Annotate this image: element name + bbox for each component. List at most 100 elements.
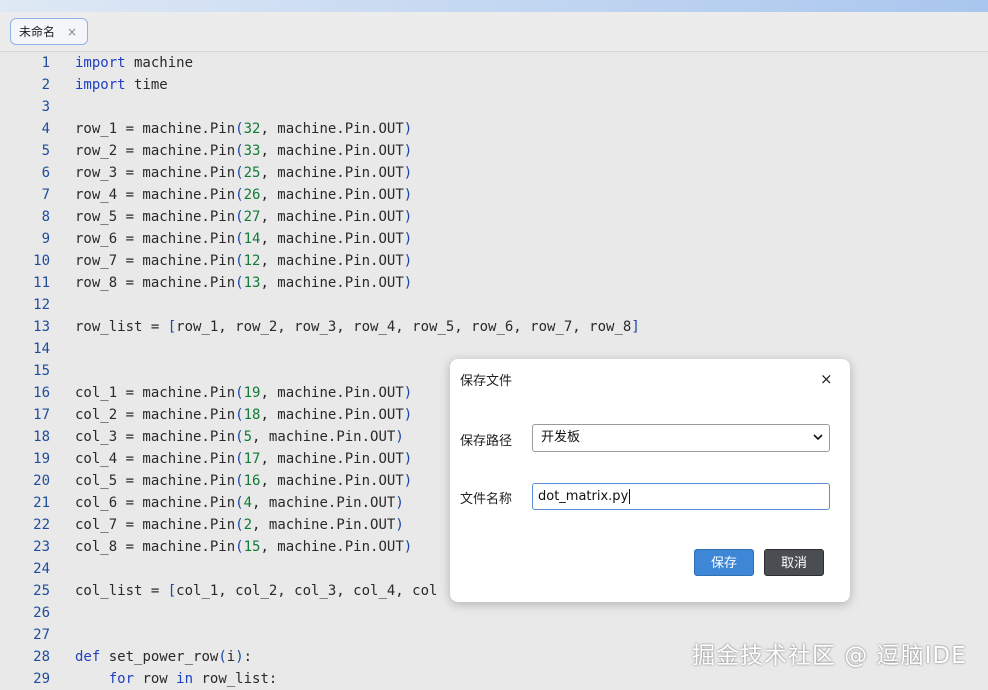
code-line[interactable]: 6 row_3 = machine.Pin(25, machine.Pin.OUT…: [0, 162, 988, 184]
code-text: row_8 = machine.Pin(13, machine.Pin.OUT): [75, 272, 412, 294]
code-token: , machine.Pin.OUT: [260, 187, 404, 203]
code-text: col_7 = machine.Pin(2, machine.Pin.OUT): [75, 514, 404, 536]
code-line[interactable]: 1 import machine: [0, 52, 988, 74]
code-text: col_list = [col_1, col_2, col_3, col_4, …: [75, 580, 437, 602]
code-token: (: [235, 407, 244, 423]
code-token: (: [235, 385, 244, 401]
code-token: (: [235, 473, 244, 489]
cancel-button[interactable]: 取消: [764, 549, 824, 576]
code-token: (: [235, 231, 244, 247]
file-name-label: 文件名称: [460, 492, 513, 507]
code-token: (: [235, 429, 244, 445]
line-number: 20: [33, 473, 50, 489]
line-number: 8: [41, 209, 50, 225]
line-number: 4: [41, 121, 50, 137]
code-token: (: [235, 495, 244, 511]
code-line[interactable]: 29 for row in row_list:: [0, 668, 988, 690]
code-token: ): [403, 121, 413, 137]
save-file-dialog: 保存文件 × 保存路径 开发板 文件名称 dot_matrix.py 保存 取消: [450, 359, 850, 602]
save-button[interactable]: 保存: [694, 549, 754, 576]
code-token: 13: [243, 275, 261, 291]
code-line[interactable]: 4 row_1 = machine.Pin(32, machine.Pin.OUT…: [0, 118, 988, 140]
code-token: col_5 = machine.Pin: [75, 473, 236, 489]
code-token: , machine.Pin.OUT: [260, 165, 404, 181]
code-token: (: [235, 451, 244, 467]
code-token: 25: [243, 165, 261, 181]
code-token: , machine.Pin.OUT: [260, 121, 404, 137]
code-token: 27: [243, 209, 261, 225]
code-token: col_1 = machine.Pin: [75, 385, 236, 401]
code-line[interactable]: 11 row_8 = machine.Pin(13, machine.Pin.OU…: [0, 272, 988, 294]
code-token: in: [176, 671, 194, 687]
code-line[interactable]: 8 row_5 = machine.Pin(27, machine.Pin.OUT…: [0, 206, 988, 228]
line-number: 5: [41, 143, 50, 159]
dialog-title: 保存文件: [460, 374, 513, 389]
code-line[interactable]: 2 import time: [0, 74, 988, 96]
code-token: col_6 = machine.Pin: [75, 495, 236, 511]
line-number: 26: [33, 605, 50, 621]
code-token: col_4 = machine.Pin: [75, 451, 236, 467]
line-number: 24: [33, 561, 50, 577]
line-number: 28: [33, 649, 50, 665]
line-number: 13: [33, 319, 50, 335]
code-token: ]: [631, 319, 640, 335]
code-token: row_1 = machine.Pin: [75, 121, 236, 137]
code-token: 26: [243, 187, 261, 203]
code-text: col_2 = machine.Pin(18, machine.Pin.OUT): [75, 404, 412, 426]
code-token: i: [226, 649, 236, 665]
code-line[interactable]: 10 row_7 = machine.Pin(12, machine.Pin.OU…: [0, 250, 988, 272]
code-line[interactable]: 3: [0, 96, 988, 118]
code-line[interactable]: 9 row_6 = machine.Pin(14, machine.Pin.OUT…: [0, 228, 988, 250]
code-line[interactable]: 14: [0, 338, 988, 360]
code-token: import: [75, 77, 126, 93]
code-token: :: [243, 649, 253, 665]
code-token: 17: [243, 451, 261, 467]
line-number: 25: [33, 583, 50, 599]
code-text: row_5 = machine.Pin(27, machine.Pin.OUT): [75, 206, 412, 228]
close-icon[interactable]: ×: [820, 371, 833, 387]
line-number: 3: [41, 99, 50, 115]
code-token: ): [395, 495, 404, 511]
code-token: 2: [243, 517, 253, 533]
code-line[interactable]: 12: [0, 294, 988, 316]
code-token: [: [167, 319, 177, 335]
code-line[interactable]: 7 row_4 = machine.Pin(26, machine.Pin.OUT…: [0, 184, 988, 206]
line-number: 22: [33, 517, 50, 533]
code-token: col_7 = machine.Pin: [75, 517, 236, 533]
code-text: col_1 = machine.Pin(19, machine.Pin.OUT): [75, 382, 412, 404]
code-token: 32: [243, 121, 261, 137]
code-line[interactable]: 26: [0, 602, 988, 624]
code-token: row_list:: [193, 671, 278, 687]
code-token: row_8 = machine.Pin: [75, 275, 236, 291]
code-line[interactable]: 5 row_2 = machine.Pin(33, machine.Pin.OUT…: [0, 140, 988, 162]
code-text: col_3 = machine.Pin(5, machine.Pin.OUT): [75, 426, 404, 448]
code-token: , machine.Pin.OUT: [260, 275, 404, 291]
code-token: machine: [125, 55, 194, 71]
tab-close-icon[interactable]: ×: [67, 25, 77, 39]
tab-untitled[interactable]: 未命名 ×: [10, 18, 88, 45]
code-token: col_list =: [75, 583, 168, 599]
code-text: col_6 = machine.Pin(4, machine.Pin.OUT): [75, 492, 404, 514]
code-token: set_power_row: [100, 649, 219, 665]
code-token: col_3 = machine.Pin: [75, 429, 236, 445]
file-name-input[interactable]: dot_matrix.py: [532, 483, 830, 510]
code-token: (: [235, 143, 244, 159]
code-token: 33: [243, 143, 261, 159]
title-bar-strip: [0, 0, 988, 12]
code-text: row_2 = machine.Pin(33, machine.Pin.OUT): [75, 140, 412, 162]
code-line[interactable]: 13 row_list = [row_1, row_2, row_3, row_4…: [0, 316, 988, 338]
save-path-select[interactable]: 开发板: [532, 424, 830, 452]
code-token: , machine.Pin.OUT: [252, 495, 396, 511]
code-token: , machine.Pin.OUT: [260, 407, 404, 423]
code-token: time: [125, 77, 168, 93]
code-token: def: [75, 649, 101, 665]
tab-label: 未命名: [19, 25, 56, 39]
line-number: 19: [33, 451, 50, 467]
code-token: 18: [243, 407, 261, 423]
code-token: 16: [243, 473, 261, 489]
save-path-value: 开发板: [541, 430, 581, 445]
file-name-value: dot_matrix.py: [538, 489, 629, 504]
code-text: def set_power_row(i):: [75, 646, 252, 668]
code-token: row_7 = machine.Pin: [75, 253, 236, 269]
code-token: row: [134, 671, 177, 687]
